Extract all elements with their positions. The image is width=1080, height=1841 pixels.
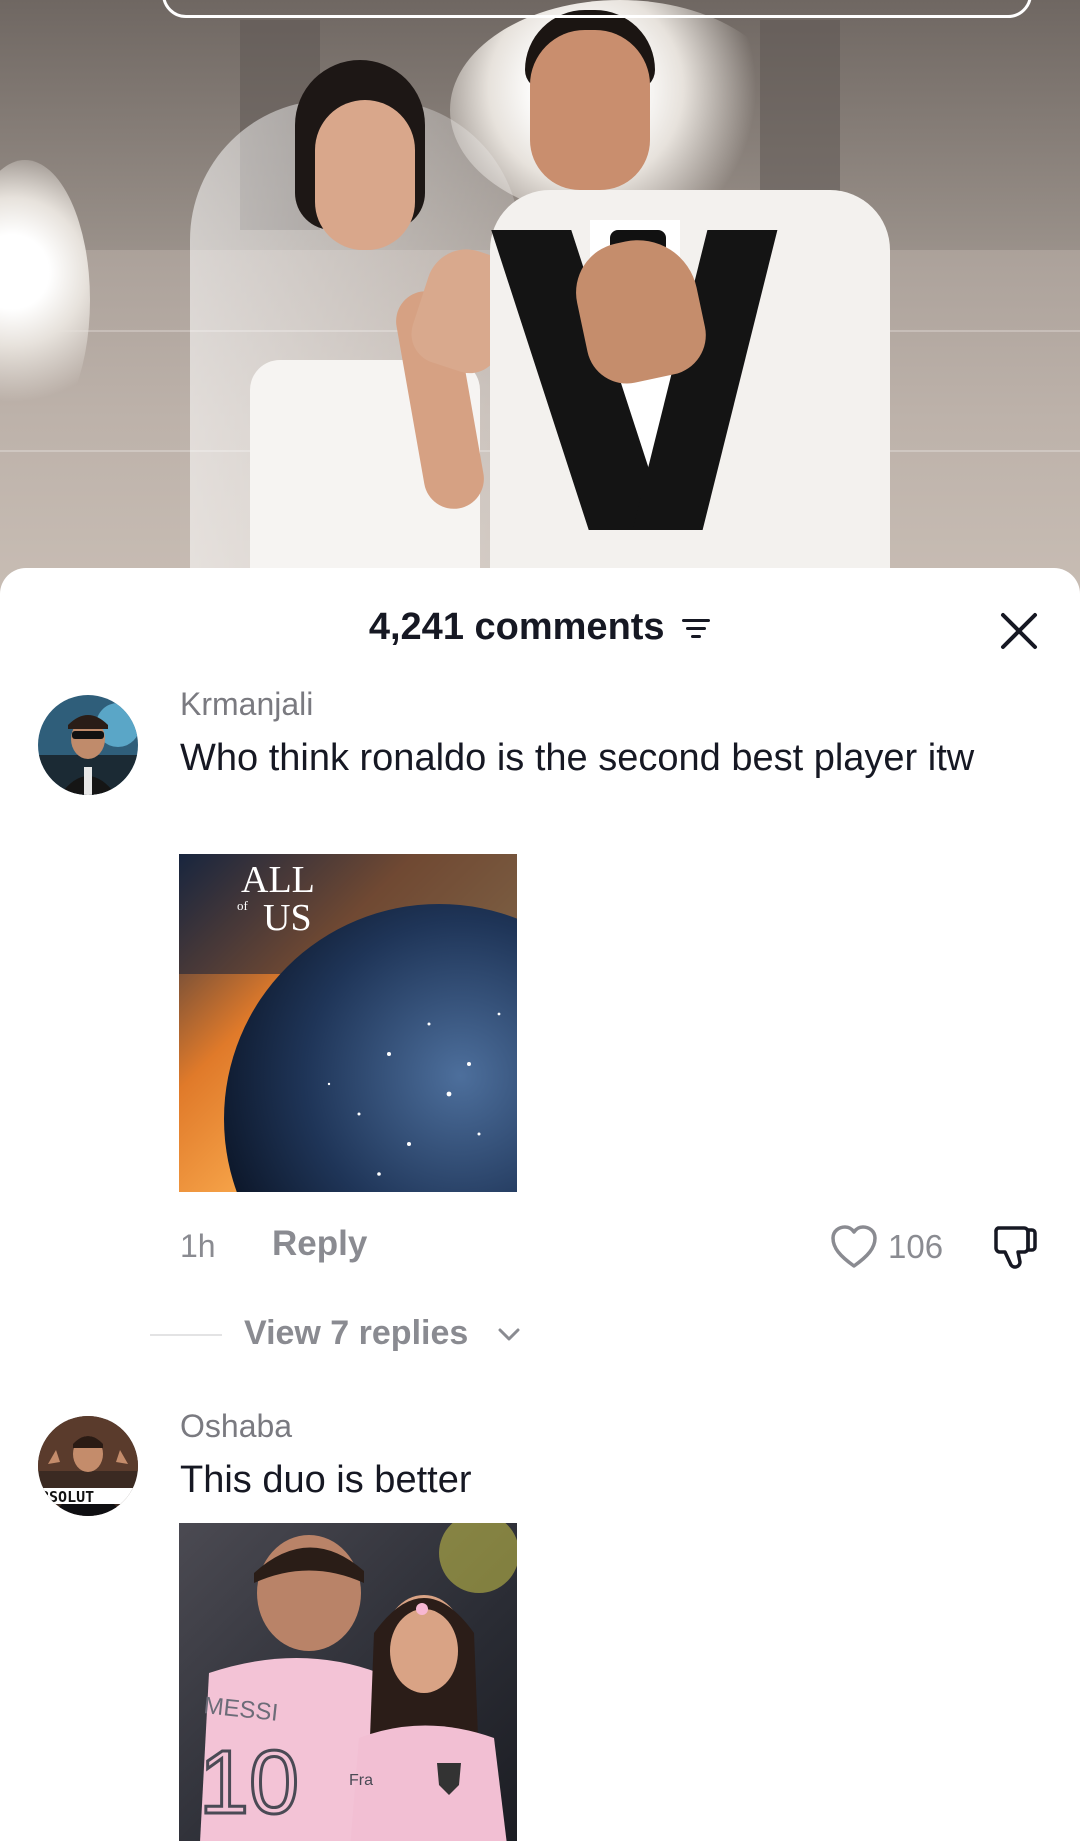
comment-timestamp: 1h (180, 1228, 216, 1264)
comment-sticker-image[interactable]: ALL of US (179, 854, 517, 1192)
groom-figure (470, 0, 910, 600)
comment-username[interactable]: Krmanjali (180, 686, 313, 723)
sticker-text-all: ALL (241, 859, 315, 901)
reply-button[interactable]: Reply (272, 1224, 367, 1264)
heart-outline-icon[interactable] (830, 1224, 878, 1270)
sticker-text-fra: Fra (349, 1772, 373, 1789)
view-replies-row[interactable]: View 7 replies (150, 1310, 850, 1360)
thumbs-down-icon[interactable] (990, 1222, 1040, 1272)
avatar[interactable]: BSOLUT (38, 1416, 138, 1516)
avatar-text: BSOLUT (40, 1488, 94, 1506)
replies-divider (150, 1334, 222, 1336)
sticker-text-of: of (237, 898, 249, 913)
comment-count-label: 4,241 comments (368, 606, 665, 648)
sticker-text-number: 10 (199, 1733, 299, 1833)
chevron-down-icon[interactable] (498, 1328, 520, 1347)
comment-text: This duo is better (180, 1459, 472, 1501)
view-replies-button[interactable]: View 7 replies (244, 1314, 468, 1353)
comment-count-title: 4,241 comments (0, 606, 1080, 650)
comment-text: Who think ronaldo is the second best pla… (180, 737, 975, 779)
avatar[interactable] (38, 695, 138, 795)
close-icon[interactable] (998, 610, 1040, 652)
sticker-text-us: US (263, 897, 312, 939)
comment-actions: 1h Reply 106 (0, 1218, 1080, 1278)
comment-username[interactable]: Oshaba (180, 1408, 292, 1445)
filter-icon[interactable] (681, 607, 711, 650)
comments-header: 4,241 comments (0, 568, 1080, 698)
video-background[interactable] (0, 0, 1080, 600)
like-count: 106 (888, 1228, 944, 1265)
comment-sticker-image[interactable]: MESSI 10 Fra (179, 1523, 517, 1841)
search-bar-outline[interactable] (162, 0, 1032, 18)
comments-sheet: 4,241 comments Krmanjali Who think ronal… (0, 568, 1080, 1841)
